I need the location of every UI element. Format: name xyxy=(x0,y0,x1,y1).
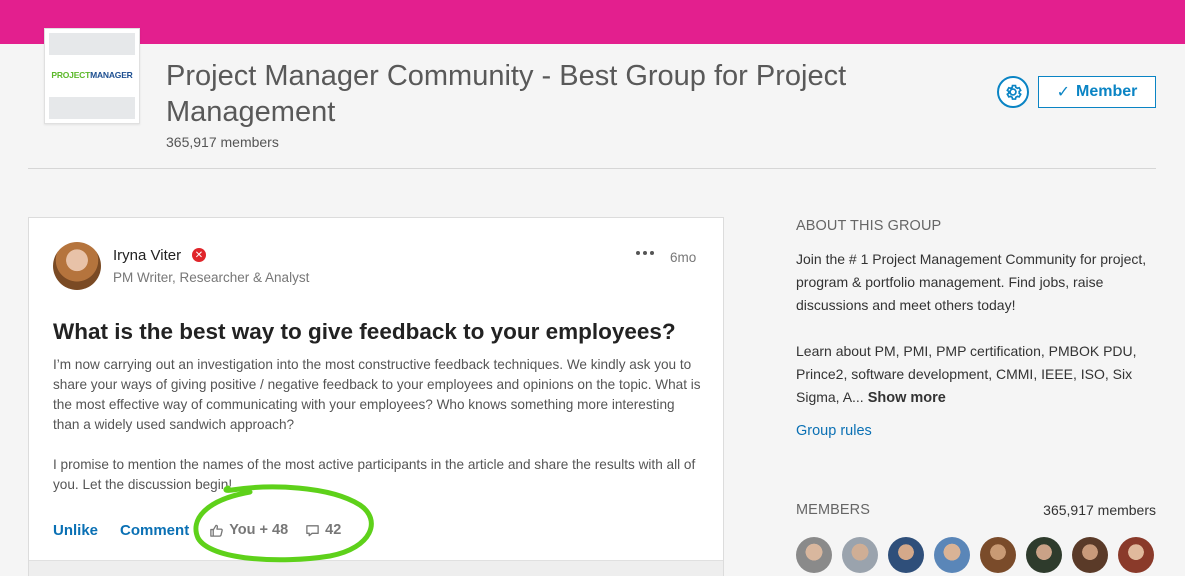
member-avatars-row xyxy=(796,537,1154,573)
comment-bubble-icon xyxy=(306,524,319,536)
thumbs-up-icon xyxy=(210,524,224,537)
group-logo[interactable]: PROJECTMANAGER xyxy=(44,28,140,124)
post-body-paragraph: I promise to mention the names of the mo… xyxy=(53,457,696,492)
group-rules-link[interactable]: Group rules xyxy=(796,423,872,439)
member-avatar[interactable] xyxy=(842,537,878,573)
post-more-options-icon[interactable] xyxy=(636,251,654,255)
member-avatar[interactable] xyxy=(796,537,832,573)
member-status-button[interactable]: ✓ Member xyxy=(1038,76,1156,108)
likes-label: You + 48 xyxy=(229,522,289,538)
about-keywords-text: Learn about PM, PMI, PMP certification, … xyxy=(796,343,1137,405)
logo-band-bottom xyxy=(49,97,135,119)
members-heading: MEMBERS xyxy=(796,502,871,518)
group-settings-button[interactable] xyxy=(997,76,1029,108)
author-avatar[interactable] xyxy=(53,242,101,290)
logo-wordmark: PROJECTMANAGER xyxy=(51,70,133,80)
member-avatar[interactable] xyxy=(1026,537,1062,573)
author-headline: PM Writer, Researcher & Analyst xyxy=(113,270,310,285)
member-avatar[interactable] xyxy=(934,537,970,573)
member-button-label: Member xyxy=(1076,83,1138,100)
group-title: Project Manager Community - Best Group f… xyxy=(166,60,847,128)
post-body: I’m now carrying out an investigation in… xyxy=(53,355,703,495)
header-divider xyxy=(28,168,1156,169)
members-section-header: MEMBERS 365,917 members xyxy=(796,502,1156,518)
post-actions-bar: Unlike Comment You + 48 42 xyxy=(53,520,341,540)
about-heading: ABOUT THIS GROUP xyxy=(796,218,942,234)
logo-band-top xyxy=(49,33,135,55)
about-description: Join the # 1 Project Management Communit… xyxy=(796,251,1147,313)
member-avatar[interactable] xyxy=(1118,537,1154,573)
author-name[interactable]: Iryna Viter xyxy=(113,247,181,264)
group-member-count[interactable]: 365,917 members xyxy=(166,134,279,150)
checkmark-icon: ✓ xyxy=(1056,84,1071,101)
top-brand-bar xyxy=(0,0,1185,44)
author-badge-icon: ✕ xyxy=(192,248,206,262)
post-title[interactable]: What is the best way to give feedback to… xyxy=(53,317,713,347)
discussion-post-card: Iryna Viter ✕ PM Writer, Researcher & An… xyxy=(28,217,724,576)
show-more-link[interactable]: Show more xyxy=(868,390,946,406)
post-body-paragraph: I’m now carrying out an investigation in… xyxy=(53,357,701,432)
member-avatar[interactable] xyxy=(888,537,924,573)
comment-button[interactable]: Comment xyxy=(120,522,189,539)
unlike-button[interactable]: Unlike xyxy=(53,522,98,539)
members-count-link[interactable]: 365,917 members xyxy=(1043,502,1156,518)
post-timestamp: 6mo xyxy=(670,250,697,265)
about-keywords: Learn about PM, PMI, PMP certification, … xyxy=(796,340,1154,410)
comments-count[interactable]: 42 xyxy=(305,522,341,538)
post-card-footer xyxy=(29,560,723,576)
about-group-sidebar: ABOUT THIS GROUP Join the # 1 Project Ma… xyxy=(796,218,1156,440)
likes-count[interactable]: You + 48 xyxy=(209,522,288,538)
gear-icon xyxy=(1006,84,1022,100)
member-avatar[interactable] xyxy=(1072,537,1108,573)
member-avatar[interactable] xyxy=(980,537,1016,573)
comments-label: 42 xyxy=(325,522,342,538)
